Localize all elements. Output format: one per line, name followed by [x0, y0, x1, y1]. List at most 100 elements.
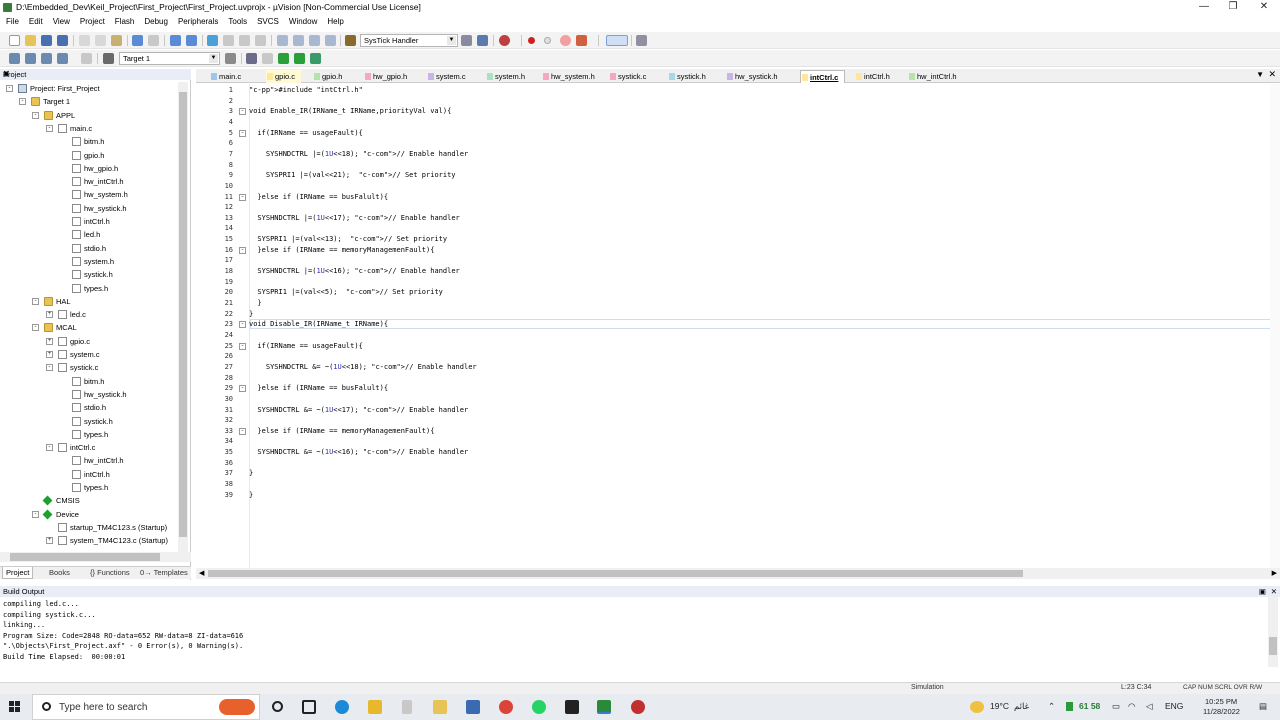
code-line[interactable]: SYSPRI1 |=(val<<21); "c-com">// Set prio… [249, 171, 456, 179]
recorder-icon[interactable] [631, 700, 645, 714]
close-icon[interactable]: ✕ [3, 69, 188, 78]
configure-icon[interactable] [636, 35, 647, 46]
rebuild-icon[interactable] [41, 53, 52, 64]
terminal-icon[interactable] [565, 700, 579, 714]
project-hscrollbar[interactable] [0, 552, 191, 562]
tab-hw_system-h[interactable]: hw_system.h [542, 70, 601, 83]
menu-debug[interactable]: Debug [139, 15, 173, 29]
tab-system-c[interactable]: system.c [427, 70, 472, 83]
uncomment-icon[interactable] [325, 35, 336, 46]
store-icon[interactable] [368, 700, 382, 714]
code-line[interactable]: SYSPRI1 |=(val<<5); "c-com">// Set prior… [249, 288, 442, 296]
tab-hw_systick-h[interactable]: hw_systick.h [726, 70, 784, 83]
nav-forward-icon[interactable] [186, 35, 197, 46]
editor-vscrollbar[interactable] [1270, 84, 1280, 569]
clock-time[interactable]: 10:25 PM [1205, 697, 1237, 706]
pin-icon[interactable]: ▣ [1259, 587, 1266, 596]
tab-system-h[interactable]: system.h [486, 70, 531, 83]
target-options-icon[interactable] [225, 53, 236, 64]
code-line[interactable]: "c-pp">#include "intCtrl.h" [249, 86, 363, 94]
tree-item[interactable]: led.h [0, 228, 178, 241]
fold-icon[interactable]: - [239, 427, 246, 435]
tree-item[interactable]: - Target 1 [0, 95, 178, 108]
edge-icon[interactable] [335, 700, 349, 714]
code-line[interactable]: } [249, 469, 253, 477]
breakpoint-icon[interactable] [528, 37, 535, 44]
fold-icon[interactable]: - [239, 385, 246, 393]
menu-tools[interactable]: Tools [223, 15, 252, 29]
whatsapp-icon[interactable] [532, 700, 546, 714]
tab-intCtrl-h[interactable]: intCtrl.h [855, 70, 896, 83]
run-icon[interactable] [278, 53, 289, 64]
file-extensions-icon[interactable] [262, 53, 273, 64]
tree-item[interactable]: hw_systick.h [0, 202, 178, 215]
menu-svcs[interactable]: SVCS [252, 15, 284, 29]
collapse-icon[interactable]: - [19, 98, 26, 106]
tree-item[interactable]: - main.c [0, 122, 178, 135]
code-line[interactable]: SYSPRI1 |=(val<<13); "c-com">// Set prio… [249, 235, 447, 243]
code-line[interactable]: if(IRName == usageFault){ [249, 342, 362, 350]
find-combo[interactable]: SysTick Handler ▼ [360, 34, 458, 47]
tab-functions[interactable]: {} Functions [87, 567, 133, 579]
maximize-button[interactable]: ❐ [1217, 0, 1249, 15]
fold-icon[interactable]: - [239, 342, 246, 350]
close-icon[interactable]: ✕ [1271, 587, 1277, 596]
menu-edit[interactable]: Edit [24, 15, 48, 29]
network-icon[interactable]: ▭ [1112, 701, 1120, 712]
tree-item[interactable]: stdio.h [0, 242, 178, 255]
tree-item[interactable]: - systick.c [0, 361, 178, 374]
tab-main-c[interactable]: main.c [210, 70, 247, 83]
code-line[interactable]: SYSHNDCTRL |=(1U<<18); "c-com">// Enable… [249, 150, 468, 158]
tree-item[interactable]: types.h [0, 481, 178, 494]
code-line[interactable]: void Disable_IR(IRName_t IRName){ [249, 320, 388, 328]
tab-hw_intCtrl-h[interactable]: hw_intCtrl.h [908, 70, 963, 83]
expand-icon[interactable]: + [46, 337, 53, 345]
collapse-icon[interactable]: - [6, 85, 13, 92]
menu-project[interactable]: Project [75, 15, 110, 29]
collapse-icon[interactable]: - [32, 510, 39, 518]
tab-project[interactable]: Project [2, 567, 34, 579]
collapse-icon[interactable]: - [46, 124, 53, 132]
code-line[interactable]: SYSHNDCTRL |=(1U<<16); "c-com">// Enable… [249, 267, 459, 275]
fold-icon[interactable]: - [239, 108, 246, 116]
code-line[interactable]: SYSHNDCTRL &= ~(1U<<16); "c-com">// Enab… [249, 448, 468, 456]
window-layout-icon[interactable] [606, 35, 628, 46]
pack-installer-icon[interactable] [310, 53, 321, 64]
task-view-icon[interactable] [302, 700, 316, 714]
code-line[interactable]: } [249, 299, 261, 307]
tree-item[interactable]: bitm.h [0, 135, 178, 148]
code-line[interactable]: if(IRName == usageFault){ [249, 129, 362, 137]
tree-item[interactable]: - APPL [0, 109, 178, 122]
tree-item[interactable]: hw_intCtrl.h [0, 175, 178, 188]
menu-flash[interactable]: Flash [110, 15, 140, 29]
code-line[interactable]: } [249, 310, 253, 318]
next-bookmark-icon[interactable] [239, 35, 250, 46]
volume-icon[interactable]: ◁ [1146, 701, 1153, 712]
tree-item[interactable]: systick.h [0, 268, 178, 281]
close-icon[interactable]: ✕ [1268, 69, 1276, 80]
taskbar-search[interactable]: Type here to search [32, 694, 260, 720]
tree-item[interactable]: stdio.h [0, 401, 178, 414]
save-icon[interactable] [41, 35, 52, 46]
cut-icon[interactable] [79, 35, 90, 46]
code-line[interactable]: }else if (IRName == memoryManagemenFault… [249, 246, 434, 254]
build-vscrollbar[interactable] [1268, 597, 1278, 667]
tab-systick-h[interactable]: systick.h [668, 70, 712, 83]
collapse-icon[interactable]: - [32, 111, 39, 119]
menu-window[interactable]: Window [284, 15, 322, 29]
tree-item[interactable]: gpio.h [0, 149, 178, 162]
tree-item[interactable]: hw_system.h [0, 188, 178, 201]
chevron-down-icon[interactable]: ▼ [209, 54, 218, 63]
weather-icon[interactable] [970, 701, 984, 713]
tab-hw_gpio-h[interactable]: hw_gpio.h [364, 70, 413, 83]
tree-item[interactable]: CMSIS [0, 494, 178, 507]
code-line[interactable]: SYSHNDCTRL &= ~(1U<<17); "c-com">// Enab… [249, 406, 468, 414]
menu-view[interactable]: View [48, 15, 75, 29]
chevron-down-icon[interactable]: ▼ [447, 36, 456, 45]
tree-item[interactable]: hw_intCtrl.h [0, 454, 178, 467]
download-icon[interactable] [103, 53, 114, 64]
code-line[interactable]: SYSHNDCTRL &= ~(1U<<18); "c-com">// Enab… [249, 363, 477, 371]
expand-icon[interactable]: + [46, 351, 53, 358]
tree-item[interactable]: startup_TM4C123.s (Startup) [0, 521, 178, 534]
collapse-icon[interactable]: - [46, 444, 53, 452]
